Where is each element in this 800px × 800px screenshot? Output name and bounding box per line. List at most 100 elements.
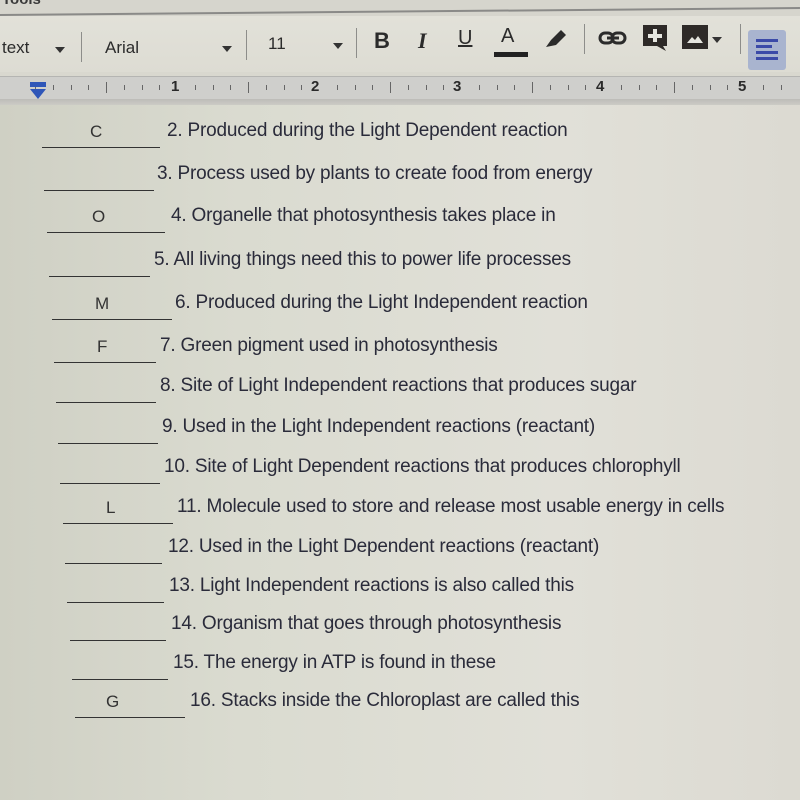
worksheet-item: 15. The energy in ATP is found in these (0, 652, 800, 680)
question-text: 11. Molecule used to store and release m… (177, 496, 725, 517)
document-page[interactable]: C 2. Produced during the Light Dependent … (0, 105, 800, 800)
worksheet-item: 14. Organism that goes through photosynt… (0, 613, 800, 641)
highlighter-icon[interactable] (543, 27, 569, 51)
ruler-tick (142, 85, 143, 90)
ruler-tick (568, 85, 569, 90)
paragraph-style-select[interactable]: text (2, 38, 29, 58)
indent-marker-icon[interactable] (28, 82, 48, 100)
ruler-tick (159, 85, 160, 90)
answer-letter: L (106, 498, 116, 517)
chevron-down-icon[interactable] (222, 46, 232, 52)
answer-blank[interactable] (65, 541, 162, 564)
worksheet-item: 12. Used in the Light Dependent reaction… (0, 536, 800, 564)
answer-blank[interactable] (70, 618, 166, 641)
ruler-number: 2 (311, 78, 320, 95)
ruler-tick (639, 85, 640, 90)
answer-blank[interactable] (52, 297, 172, 320)
answer-letter: C (90, 122, 103, 141)
worksheet-item: M 6. Produced during the Light Independen… (0, 292, 800, 320)
ruler-tick (763, 85, 764, 90)
worksheet-item: L 11. Molecule used to store and release … (0, 496, 800, 524)
answer-blank[interactable] (63, 501, 173, 524)
answer-blank[interactable] (75, 695, 185, 718)
toolbar-divider (740, 24, 741, 54)
worksheet-item: 9. Used in the Light Independent reactio… (0, 416, 800, 444)
question-text: 2. Produced during the Light Dependent r… (167, 120, 568, 141)
question-text: 13. Light Independent reactions is also … (169, 575, 574, 596)
worksheet-item: 3. Process used by plants to create food… (0, 163, 800, 191)
ruler-tick (337, 85, 338, 90)
ruler-number: 5 (738, 78, 747, 95)
answer-blank[interactable] (60, 461, 160, 484)
ruler-tick (781, 85, 782, 90)
answer-letter: M (95, 294, 110, 313)
worksheet-item: 8. Site of Light Independent reactions t… (0, 375, 800, 403)
toolbar-divider (584, 24, 585, 54)
ruler-tick (692, 85, 693, 90)
ruler-tick (426, 85, 427, 90)
font-size-select[interactable]: 11 (268, 34, 286, 54)
toolbar-divider (356, 28, 357, 58)
question-text: 4. Organelle that photosynthesis takes p… (171, 205, 556, 226)
menu-item-tools[interactable]: Tools (2, 0, 41, 8)
font-value: Arial (105, 38, 140, 57)
underline-button[interactable]: U (458, 27, 472, 50)
ruler-tick (532, 82, 533, 93)
italic-button[interactable]: I (418, 28, 427, 54)
answer-blank[interactable] (56, 380, 156, 403)
answer-letter: G (106, 692, 120, 711)
ruler-tick (585, 85, 586, 90)
insert-image-icon[interactable] (682, 25, 708, 49)
answer-blank[interactable] (58, 421, 158, 444)
answer-blank[interactable] (72, 657, 168, 680)
ruler-tick (514, 85, 515, 90)
answer-blank[interactable] (49, 254, 150, 277)
worksheet-item: 5. All living things need this to power … (0, 249, 800, 277)
ruler-tick (497, 85, 498, 90)
align-left-icon (756, 39, 778, 42)
font-select[interactable]: Arial (105, 38, 139, 58)
worksheet-item: 13. Light Independent reactions is also … (0, 575, 800, 603)
question-text: 6. Produced during the Light Independent… (175, 292, 588, 313)
text-color-swatch (494, 52, 528, 57)
worksheet-item: O 4. Organelle that photosynthesis takes … (0, 205, 800, 233)
ruler-tick (213, 85, 214, 90)
align-left-button[interactable] (748, 30, 786, 70)
paragraph-style-value: text (2, 38, 30, 57)
question-text: 7. Green pigment used in photosynthesis (160, 335, 498, 356)
question-text: 12. Used in the Light Dependent reaction… (168, 536, 600, 557)
ruler-tick (550, 85, 551, 90)
ruler-tick (621, 85, 622, 90)
answer-blank[interactable] (47, 210, 165, 233)
ruler-tick (53, 85, 54, 90)
align-left-icon-line (756, 51, 778, 54)
ruler-tick (355, 85, 356, 90)
ruler-tick (230, 85, 231, 90)
chevron-down-icon[interactable] (55, 47, 65, 53)
ruler-tick (195, 85, 196, 90)
ruler-tick (674, 82, 675, 93)
toolbar-divider (246, 30, 247, 60)
ruler-tick (372, 85, 373, 90)
ruler-tick (71, 85, 72, 90)
text-color-button[interactable]: A (501, 25, 514, 48)
link-icon[interactable] (598, 30, 628, 46)
ruler[interactable]: 1 2 3 4 5 (0, 76, 800, 100)
ruler-tick (390, 82, 391, 93)
add-comment-icon[interactable] (642, 24, 668, 52)
answer-blank[interactable] (44, 168, 154, 191)
answer-letter: F (97, 337, 108, 356)
bold-button[interactable]: B (374, 28, 390, 54)
question-text: 9. Used in the Light Independent reactio… (162, 416, 596, 437)
ruler-tick (284, 85, 285, 90)
align-left-icon-line (756, 57, 778, 60)
question-text: 3. Process used by plants to create food… (157, 163, 593, 184)
chevron-down-icon[interactable] (333, 43, 343, 49)
chevron-down-icon[interactable] (712, 37, 722, 43)
answer-blank[interactable] (67, 580, 164, 603)
ruler-tick (727, 85, 728, 90)
ruler-tick (248, 82, 249, 93)
worksheet-item: F 7. Green pigment used in photosynthesis (0, 335, 800, 363)
font-size-value: 11 (268, 34, 286, 53)
question-text: 16. Stacks inside the Chloroplast are ca… (190, 690, 580, 711)
